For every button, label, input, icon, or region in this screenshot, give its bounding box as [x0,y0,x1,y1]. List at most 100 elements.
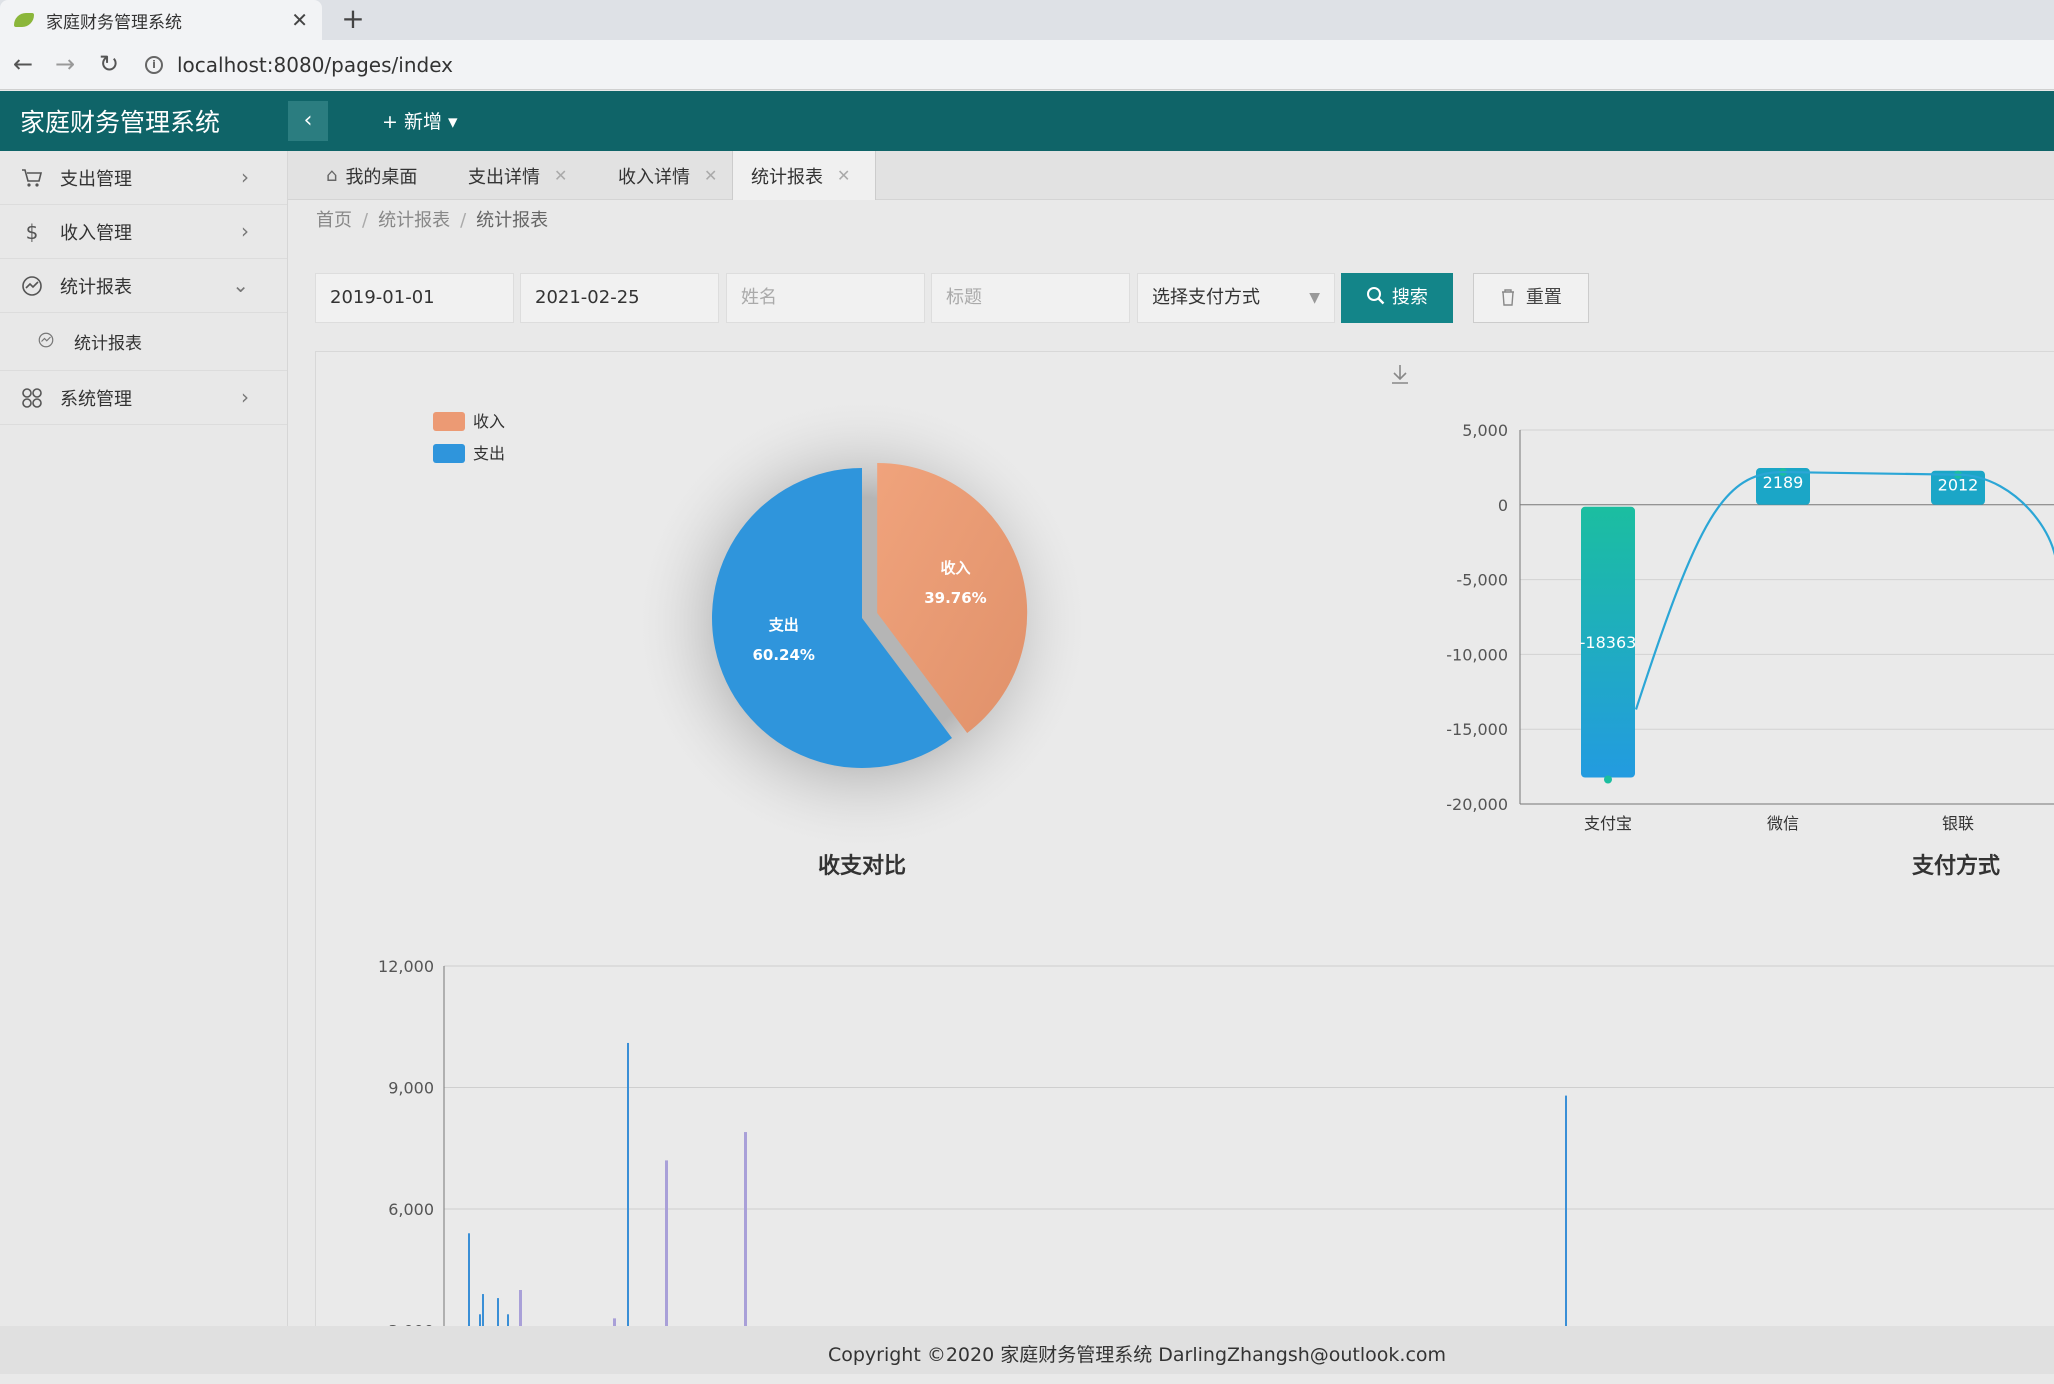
charts-panel: 收入 39.76% 支出 60.24% 收入 支出 收支对比 5,000 0 -5,000 -10… [315,351,2054,1341]
download-icon[interactable] [1392,365,1408,384]
breadcrumb-home[interactable]: 首页 [316,210,352,231]
trend-line [1634,470,2054,710]
pay-method-value: 选择支付方式 [1152,287,1260,308]
app-title: 家庭财务管理系统 [20,108,221,137]
legend-label: 支出 [473,444,505,463]
bar [627,1042,629,1327]
close-icon[interactable]: ✕ [291,8,308,32]
tab-expense-detail[interactable]: 支出详情 ✕ [450,151,585,200]
forward-icon[interactable]: → [50,50,80,78]
close-icon[interactable]: ✕ [837,166,850,185]
caret-down-icon: ▼ [1309,290,1320,306]
footer: Copyright ©2020 家庭财务管理系统 DarlingZhangsh@… [0,1326,2054,1374]
name-input[interactable]: 姓名 [726,273,925,323]
search-icon [1366,287,1392,308]
payment-chart-title: 支付方式 [1912,853,2000,879]
sidebar-item-label: 统计报表 [74,334,142,354]
time-bar-chart: 12,0009,0006,0003,000 [378,957,2054,1341]
chevron-right-icon: › [241,219,249,243]
chevron-right-icon: › [241,165,249,189]
breadcrumb: 首页 / 统计报表 / 统计报表 [316,206,548,232]
sidebar-subitem-report[interactable]: 统计报表 [0,313,287,371]
bar [497,1298,499,1327]
url-field[interactable]: i localhost:8080/pages/index [145,47,2054,83]
pie-chart: 收入39.76%支出60.24%收入支出收支对比 [433,394,1092,879]
tab-label: 统计报表 [751,166,823,188]
y-tick-label: 9,000 [388,1079,434,1098]
reset-button[interactable]: 重置 [1473,273,1589,323]
dollar-icon: $ [25,219,39,244]
sidebar: 支出管理 › $ 收入管理 › 统计报表 ⌄ 统计报表 系统管理 › [0,151,288,1326]
breadcrumb-separator: / [362,210,369,231]
tab-label: 收入详情 [618,166,690,188]
tab-income-detail[interactable]: 收入详情 ✕ [600,151,735,200]
title-input[interactable]: 标题 [931,273,1130,323]
pie-slice-percent: 60.24% [752,646,814,664]
sidebar-item-expense[interactable]: 支出管理 › [0,151,287,205]
pie-slice-percent: 39.76% [924,589,986,607]
y-tick-label: 6,000 [388,1200,434,1219]
page-tabs: ⌂ 我的桌面 支出详情 ✕ 收入详情 ✕ 统计报表 ✕ [288,151,2054,200]
sidebar-item-system[interactable]: 系统管理 › [0,371,287,425]
bar [468,1233,470,1327]
close-icon[interactable]: ✕ [704,166,717,185]
add-new-button[interactable]: + 新增 ▾ [382,107,458,134]
y-tick-label: -15,000 [1446,720,1508,739]
chevron-right-icon: › [241,385,249,409]
collapse-sidebar-button[interactable]: ‹ [288,101,328,141]
new-tab-icon[interactable]: + [338,4,368,34]
line-point [1604,775,1612,784]
x-tick-label: 银联 [1942,814,1974,833]
back-icon[interactable]: ← [8,50,38,78]
sidebar-item-label: 系统管理 [60,388,132,410]
y-tick-label: -10,000 [1446,645,1508,664]
charts-canvas: 收入39.76%支出60.24%收入支出收支对比 5,0000-5,000-10… [378,365,2054,1341]
bar-value-label: -18363 [1580,633,1637,652]
breadcrumb-item[interactable]: 统计报表 [378,210,450,231]
pie-slice-name: 收入 [940,559,970,577]
chevron-down-icon: ⌄ [232,273,249,297]
start-date-input[interactable]: 2019-01-01 [315,273,514,323]
bar [482,1294,484,1327]
y-tick-label: -5,000 [1456,571,1508,590]
breadcrumb-current: 统计报表 [476,210,549,231]
bar [744,1132,747,1327]
pay-method-select[interactable]: 选择支付方式 ▼ [1137,273,1335,323]
browser-tab[interactable]: 家庭财务管理系统 ✕ [0,0,322,40]
tab-home[interactable]: ⌂ 我的桌面 [308,151,435,200]
bar [1565,1095,1567,1327]
home-icon: ⌂ [326,165,338,186]
grid-icon [20,386,44,410]
sidebar-item-income[interactable]: $ 收入管理 › [0,205,287,259]
sidebar-item-label: 支出管理 [60,168,132,190]
y-tick-label: 5,000 [1462,421,1508,440]
reset-label: 重置 [1525,287,1562,308]
end-date-input[interactable]: 2021-02-25 [520,273,719,323]
x-tick-label: 支付宝 [1584,814,1632,833]
y-tick-label: -20,000 [1446,795,1508,814]
chart-sub-icon [34,330,58,354]
sidebar-item-report[interactable]: 统计报表 ⌄ [0,259,287,313]
reload-icon[interactable]: ↻ [94,50,124,78]
cart-icon [20,166,44,190]
close-icon[interactable]: ✕ [554,166,567,185]
legend-swatch [433,412,465,431]
search-button[interactable]: 搜索 [1341,273,1453,323]
legend-swatch [433,444,465,463]
sidebar-item-label: 收入管理 [60,222,132,244]
info-icon[interactable]: i [145,56,163,74]
y-tick-label: 0 [1498,496,1508,515]
sidebar-item-label: 统计报表 [60,276,132,298]
app-header: 家庭财务管理系统 ‹ + 新增 ▾ [0,91,2054,151]
tab-report[interactable]: 统计报表 ✕ [732,151,876,200]
payment-bar-chart: 5,000 0 -5,000 -10,000 -15,000 -20,000 支付宝 -183… [1446,421,2054,879]
search-label: 搜索 [1391,287,1428,308]
pie-chart-title: 收支对比 [818,853,906,879]
address-bar: ← → ↻ i localhost:8080/pages/index [0,40,2054,90]
tab-label: 我的桌面 [345,166,418,188]
pie-slice-name: 支出 [768,616,799,634]
tab-label: 支出详情 [468,166,540,188]
browser-tabbar: 家庭财务管理系统 ✕ + [0,0,2054,40]
y-tick-label: 12,000 [378,957,434,976]
bar [519,1290,522,1327]
